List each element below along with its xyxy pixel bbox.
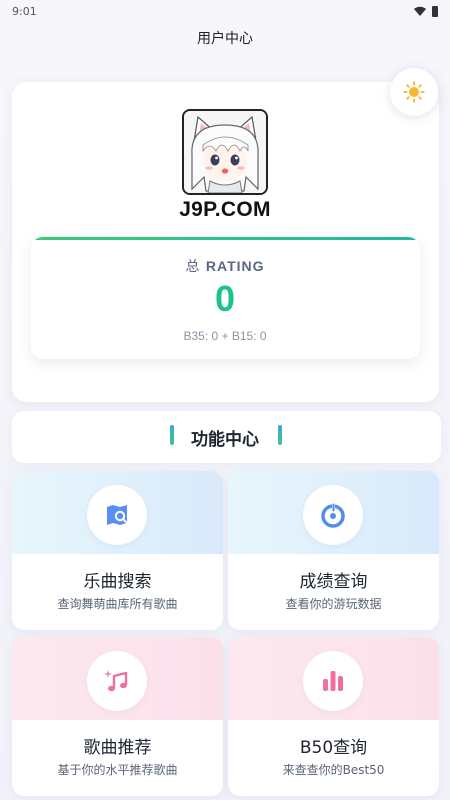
status-bar: 9:01 <box>0 0 450 22</box>
feature-desc: 查看你的游玩数据 <box>285 597 382 611</box>
record-disc-icon <box>303 485 363 545</box>
status-icons <box>414 5 438 17</box>
rating-accent-bar <box>31 237 420 240</box>
section-title: 功能中心 <box>191 430 259 450</box>
feature-desc: 查询舞萌曲库所有歌曲 <box>57 597 178 611</box>
wifi-icon <box>414 6 426 16</box>
feature-title: 歌曲推荐 <box>83 738 152 758</box>
rating-word: RATING <box>205 258 265 274</box>
rating-prefix: 总 <box>185 259 201 275</box>
feature-title: B50查询 <box>299 738 368 758</box>
feature-title: 成绩查询 <box>299 572 368 592</box>
username: J9P.COM <box>179 198 271 221</box>
anime-cat-girl-avatar-icon <box>184 111 266 193</box>
feature-title: 乐曲搜索 <box>83 572 152 592</box>
rating-value: 0 <box>214 278 236 319</box>
battery-icon <box>432 5 438 17</box>
feature-card-song-recommend[interactable]: 歌曲推荐 基于你的水平推荐歌曲 <box>12 637 223 796</box>
music-sparkle-icon <box>87 651 147 711</box>
sun-icon <box>403 81 425 103</box>
feature-desc: 来查查你的Best50 <box>282 763 385 777</box>
feature-desc: 基于你的水平推荐歌曲 <box>57 763 178 777</box>
rating-label: 总 RATING <box>0 256 450 276</box>
rating-breakdown: B35: 0 + B15: 0 <box>183 329 267 343</box>
page-title: 用户中心 <box>197 31 253 47</box>
bar-chart-icon <box>303 651 363 711</box>
feature-card-score-query[interactable]: 成绩查询 查看你的游玩数据 <box>228 471 439 630</box>
avatar[interactable] <box>182 109 268 195</box>
theme-toggle-button[interactable] <box>390 68 438 116</box>
feature-card-b50-query[interactable]: B50查询 来查查你的Best50 <box>228 637 439 796</box>
map-search-icon <box>87 485 147 545</box>
feature-card-song-search[interactable]: 乐曲搜索 查询舞萌曲库所有歌曲 <box>12 471 223 630</box>
status-time: 9:01 <box>12 4 37 18</box>
